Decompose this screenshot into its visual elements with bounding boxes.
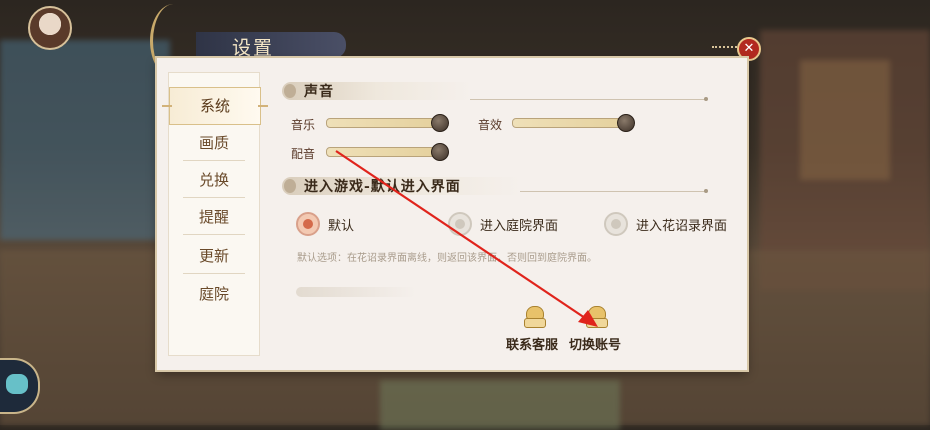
- sfx-slider-handle[interactable]: [617, 114, 635, 132]
- radio-selected-icon: [296, 212, 320, 236]
- background-lantern: [800, 60, 890, 180]
- close-dots-decoration: [712, 46, 740, 48]
- sidebar-item-graphics[interactable]: 画质: [169, 125, 259, 161]
- sidebar-item-update[interactable]: 更新: [169, 238, 259, 274]
- entry-section-header: 进入游戏-默认进入界面: [282, 175, 522, 197]
- sidebar-item-label: 兑换: [198, 171, 229, 189]
- sfx-slider-fill: [513, 119, 629, 127]
- radio-unselected-icon: [448, 212, 472, 236]
- section-divider-dot: [704, 97, 708, 101]
- player-avatar[interactable]: [28, 6, 72, 50]
- entry-section-title: 进入游戏-默认进入界面: [304, 179, 461, 195]
- option-courtyard[interactable]: 进入庭院界面: [448, 212, 558, 236]
- sound-section-header: 声音: [282, 80, 472, 102]
- background-plants: [380, 380, 620, 430]
- faded-section-header: [296, 287, 416, 297]
- radio-unselected-icon: [604, 212, 628, 236]
- mascot-face-icon: [6, 374, 28, 394]
- option-label: 进入花诏录界面: [636, 218, 728, 234]
- sidebar-item-redeem[interactable]: 兑换: [169, 162, 259, 198]
- sidebar-item-label: 系统: [199, 97, 230, 115]
- sidebar-item-courtyard[interactable]: 庭院: [169, 276, 259, 312]
- voice-slider[interactable]: [326, 143, 449, 161]
- music-slider-handle[interactable]: [431, 114, 449, 132]
- music-slider[interactable]: [326, 114, 449, 132]
- sidebar-item-label: 画质: [198, 134, 229, 152]
- voice-slider-handle[interactable]: [431, 143, 449, 161]
- option-label: 进入庭院界面: [480, 218, 559, 234]
- sidebar-item-system[interactable]: 系统: [162, 87, 268, 125]
- section-divider: [520, 191, 706, 192]
- sfx-label: 音效: [478, 118, 503, 132]
- sidebar-item-label: 更新: [198, 247, 229, 265]
- option-default[interactable]: 默认: [296, 212, 354, 236]
- voice-label: 配音: [291, 147, 316, 161]
- entry-description: 默认选项：在花诏录界面离线，则返回该界面，否则回到庭院界面。: [297, 253, 597, 264]
- music-slider-fill: [327, 119, 443, 127]
- section-divider: [470, 99, 706, 100]
- switch-account-icon[interactable]: [586, 306, 608, 328]
- sound-section-title: 声音: [304, 84, 334, 100]
- sidebar-item-label: 庭院: [198, 285, 229, 303]
- section-divider-dot: [704, 189, 708, 193]
- sidebar-item-reminder[interactable]: 提醒: [169, 199, 259, 235]
- sidebar-item-label: 提醒: [198, 208, 229, 226]
- section-knob-icon: [284, 179, 296, 193]
- voice-slider-fill: [327, 148, 443, 156]
- settings-sidebar: 系统 画质 兑换 提醒 更新 庭院: [162, 72, 268, 356]
- music-label: 音乐: [291, 118, 316, 132]
- customer-service-icon[interactable]: [524, 306, 546, 328]
- customer-service-button[interactable]: 联系客服: [506, 334, 558, 353]
- section-knob-icon: [284, 84, 296, 98]
- sfx-slider[interactable]: [512, 114, 635, 132]
- switch-account-button[interactable]: 切换账号: [569, 334, 621, 353]
- option-huazhaolu[interactable]: 进入花诏录界面: [604, 212, 727, 236]
- option-label: 默认: [328, 218, 355, 234]
- background-left-building: [0, 40, 170, 240]
